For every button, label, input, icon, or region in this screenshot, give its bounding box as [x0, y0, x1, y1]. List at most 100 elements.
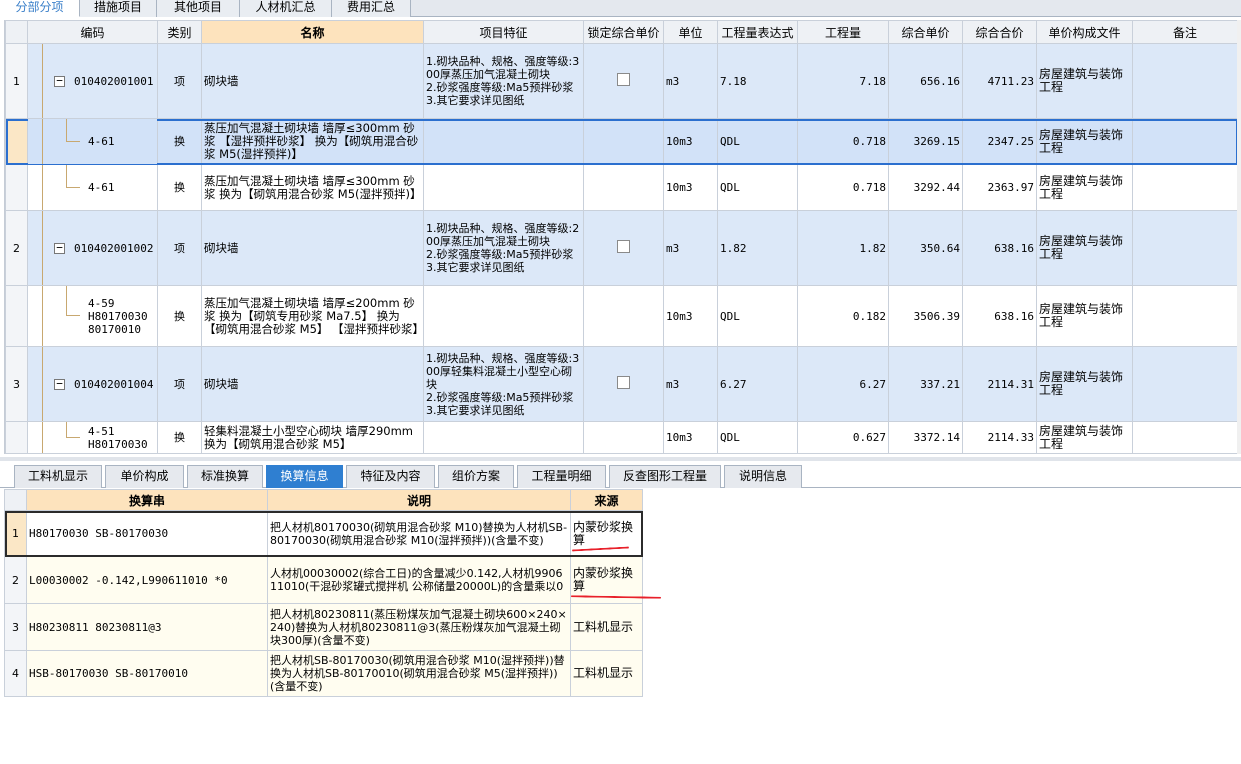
- feature-cell[interactable]: 1.砌块品种、规格、强度等级:200厚蒸压加气混凝土砌块 2.砂浆强度等级:Ma…: [423, 210, 584, 286]
- tab-cuoshi[interactable]: 措施项目: [80, 0, 157, 17]
- header-code[interactable]: 编码: [27, 20, 158, 44]
- conversion-row[interactable]: 3 H80230811 80230811@3 把人材机80230811(蒸压粉煤灰加…: [4, 603, 643, 651]
- unit-cell[interactable]: m3: [663, 346, 718, 422]
- conversion-row[interactable]: 4 HSB-80170030 SB-80170010 把人材机SB-80170030…: [4, 650, 643, 697]
- row-number[interactable]: [5, 285, 28, 347]
- qty-cell[interactable]: 0.718: [797, 118, 889, 165]
- type-cell[interactable]: 换: [157, 285, 202, 347]
- total-cell[interactable]: 2114.33: [962, 421, 1037, 454]
- btab-gongchengliang[interactable]: 工程量明细: [517, 465, 606, 488]
- header-file[interactable]: 单价构成文件: [1036, 20, 1133, 44]
- unit-cell[interactable]: 10m3: [663, 285, 718, 347]
- price-cell[interactable]: 3372.14: [888, 421, 963, 454]
- lock-cell[interactable]: [583, 346, 664, 422]
- bill-item-row[interactable]: 3−010402001004 项砌块墙 1.砌块品种、规格、强度等级:300厚轻集料…: [5, 346, 1238, 422]
- collapse-icon[interactable]: −: [54, 75, 65, 87]
- header-feature[interactable]: 项目特征: [423, 20, 584, 44]
- price-cell[interactable]: 3269.15: [888, 118, 963, 165]
- unit-cell[interactable]: 10m3: [663, 421, 718, 454]
- btab-gongliaoji[interactable]: 工料机显示: [14, 465, 102, 488]
- code-cell[interactable]: 4-61: [27, 118, 158, 165]
- name-cell[interactable]: 砌块墙: [201, 210, 424, 286]
- quota-row[interactable]: 4-61 换蒸压加气混凝土砌块墙 墙厚≤300mm 砂浆 换为【砌筑用混合砂浆 M…: [5, 164, 1238, 211]
- name-cell[interactable]: 蒸压加气混凝土砌块墙 墙厚≤300mm 砂浆 换为【砌筑用混合砂浆 M5(湿拌预…: [201, 164, 424, 211]
- unit-cell[interactable]: 10m3: [663, 118, 718, 165]
- lock-cell[interactable]: [583, 285, 664, 347]
- total-cell[interactable]: 4711.23: [962, 43, 1037, 119]
- sub-header-source[interactable]: 来源: [570, 489, 643, 511]
- header-expr[interactable]: 工程量表达式: [717, 20, 798, 44]
- qty-cell[interactable]: 1.82: [797, 210, 889, 286]
- type-cell[interactable]: 换: [157, 421, 202, 454]
- row-number[interactable]: [5, 118, 28, 165]
- collapse-icon[interactable]: −: [54, 378, 65, 390]
- note-cell[interactable]: [1132, 43, 1238, 119]
- feature-cell[interactable]: [423, 118, 584, 165]
- price-cell[interactable]: 337.21: [888, 346, 963, 422]
- conversion-desc-cell[interactable]: 把人材机80170030(砌筑用混合砂浆 M10)替换为人材机SB-801700…: [267, 510, 571, 557]
- price-cell[interactable]: 350.64: [888, 210, 963, 286]
- btab-shuoming[interactable]: 说明信息: [724, 465, 802, 488]
- quota-row[interactable]: 4-61 换蒸压加气混凝土砌块墙 墙厚≤300mm 砂浆 【湿拌预拌砂浆】 换为【…: [5, 118, 1238, 165]
- feature-cell[interactable]: [423, 421, 584, 454]
- file-cell[interactable]: 房屋建筑与装饰工程: [1036, 210, 1133, 286]
- row-number[interactable]: [5, 164, 28, 211]
- unit-cell[interactable]: m3: [663, 210, 718, 286]
- conversion-string-cell[interactable]: H80170030 SB-80170030: [26, 510, 268, 557]
- feature-cell[interactable]: 1.砌块品种、规格、强度等级:300厚轻集料混凝土小型空心砌块 2.砂浆强度等级…: [423, 346, 584, 422]
- header-note[interactable]: 备注: [1132, 20, 1238, 44]
- tab-rencaiji[interactable]: 人材机汇总: [240, 0, 332, 17]
- btab-huansuan[interactable]: 换算信息: [266, 465, 343, 488]
- type-cell[interactable]: 换: [157, 118, 202, 165]
- code-cell[interactable]: 4-51 H80170030: [27, 421, 158, 454]
- sub-header-string[interactable]: 换算串: [26, 489, 268, 511]
- price-cell[interactable]: 3506.39: [888, 285, 963, 347]
- type-cell[interactable]: 项: [157, 43, 202, 119]
- tab-qita[interactable]: 其他项目: [157, 0, 240, 17]
- pane-splitter[interactable]: [0, 457, 1241, 461]
- total-cell[interactable]: 638.16: [962, 285, 1037, 347]
- conversion-row[interactable]: 1 H80170030 SB-80170030 把人材机80170030(砌筑用混合…: [4, 510, 643, 557]
- conversion-string-cell[interactable]: HSB-80170030 SB-80170010: [26, 650, 268, 697]
- code-cell[interactable]: −010402001001: [27, 43, 158, 119]
- file-cell[interactable]: 房屋建筑与装饰工程: [1036, 118, 1133, 165]
- quota-row[interactable]: 4-51 H80170030 换轻集料混凝土小型空心砌块 墙厚290mm 换为【砌…: [5, 421, 1238, 454]
- row-number[interactable]: 4: [4, 650, 27, 697]
- btab-tezheng[interactable]: 特征及内容: [346, 465, 435, 488]
- file-cell[interactable]: 房屋建筑与装饰工程: [1036, 43, 1133, 119]
- conversion-desc-cell[interactable]: 把人材机SB-80170030(砌筑用混合砂浆 M10(湿拌预拌))替换为人材机…: [267, 650, 571, 697]
- header-name[interactable]: 名称: [201, 20, 424, 44]
- expr-cell[interactable]: QDL: [717, 118, 798, 165]
- row-number[interactable]: 3: [5, 346, 28, 422]
- qty-cell[interactable]: 7.18: [797, 43, 889, 119]
- lock-checkbox[interactable]: [617, 376, 630, 389]
- collapse-icon[interactable]: −: [54, 242, 65, 254]
- note-cell[interactable]: [1132, 421, 1238, 454]
- conversion-source-cell[interactable]: 工料机显示: [570, 650, 643, 697]
- lock-checkbox[interactable]: [617, 240, 630, 253]
- name-cell[interactable]: 蒸压加气混凝土砌块墙 墙厚≤300mm 砂浆 【湿拌预拌砂浆】 换为【砌筑用混合…: [201, 118, 424, 165]
- lock-checkbox[interactable]: [617, 73, 630, 86]
- name-cell[interactable]: 轻集料混凝土小型空心砌块 墙厚290mm 换为【砌筑用混合砂浆 M5】: [201, 421, 424, 454]
- sub-header-desc[interactable]: 说明: [267, 489, 571, 511]
- row-number[interactable]: 1: [4, 510, 27, 557]
- lock-cell[interactable]: [583, 210, 664, 286]
- conversion-desc-cell[interactable]: 人材机00030002(综合工日)的含量减少0.142,人材机990611010…: [267, 556, 571, 604]
- header-qty[interactable]: 工程量: [797, 20, 889, 44]
- row-number[interactable]: 2: [5, 210, 28, 286]
- row-number[interactable]: 1: [5, 43, 28, 119]
- bill-item-row[interactable]: 2−010402001002 项砌块墙 1.砌块品种、规格、强度等级:200厚蒸压加…: [5, 210, 1238, 286]
- note-cell[interactable]: [1132, 164, 1238, 211]
- conversion-string-cell[interactable]: L00030002 -0.142,L990611010 *0: [26, 556, 268, 604]
- code-cell[interactable]: 4-59 H80170030 80170010: [27, 285, 158, 347]
- expr-cell[interactable]: 1.82: [717, 210, 798, 286]
- header-lock[interactable]: 锁定综合单价: [583, 20, 664, 44]
- name-cell[interactable]: 蒸压加气混凝土砌块墙 墙厚≤200mm 砂浆 换为【砌筑专用砂浆 Ma7.5】 …: [201, 285, 424, 347]
- header-unit[interactable]: 单位: [663, 20, 718, 44]
- lock-cell[interactable]: [583, 421, 664, 454]
- note-cell[interactable]: [1132, 210, 1238, 286]
- tab-feiyong[interactable]: 费用汇总: [332, 0, 411, 17]
- qty-cell[interactable]: 0.627: [797, 421, 889, 454]
- file-cell[interactable]: 房屋建筑与装饰工程: [1036, 164, 1133, 211]
- total-cell[interactable]: 2114.31: [962, 346, 1037, 422]
